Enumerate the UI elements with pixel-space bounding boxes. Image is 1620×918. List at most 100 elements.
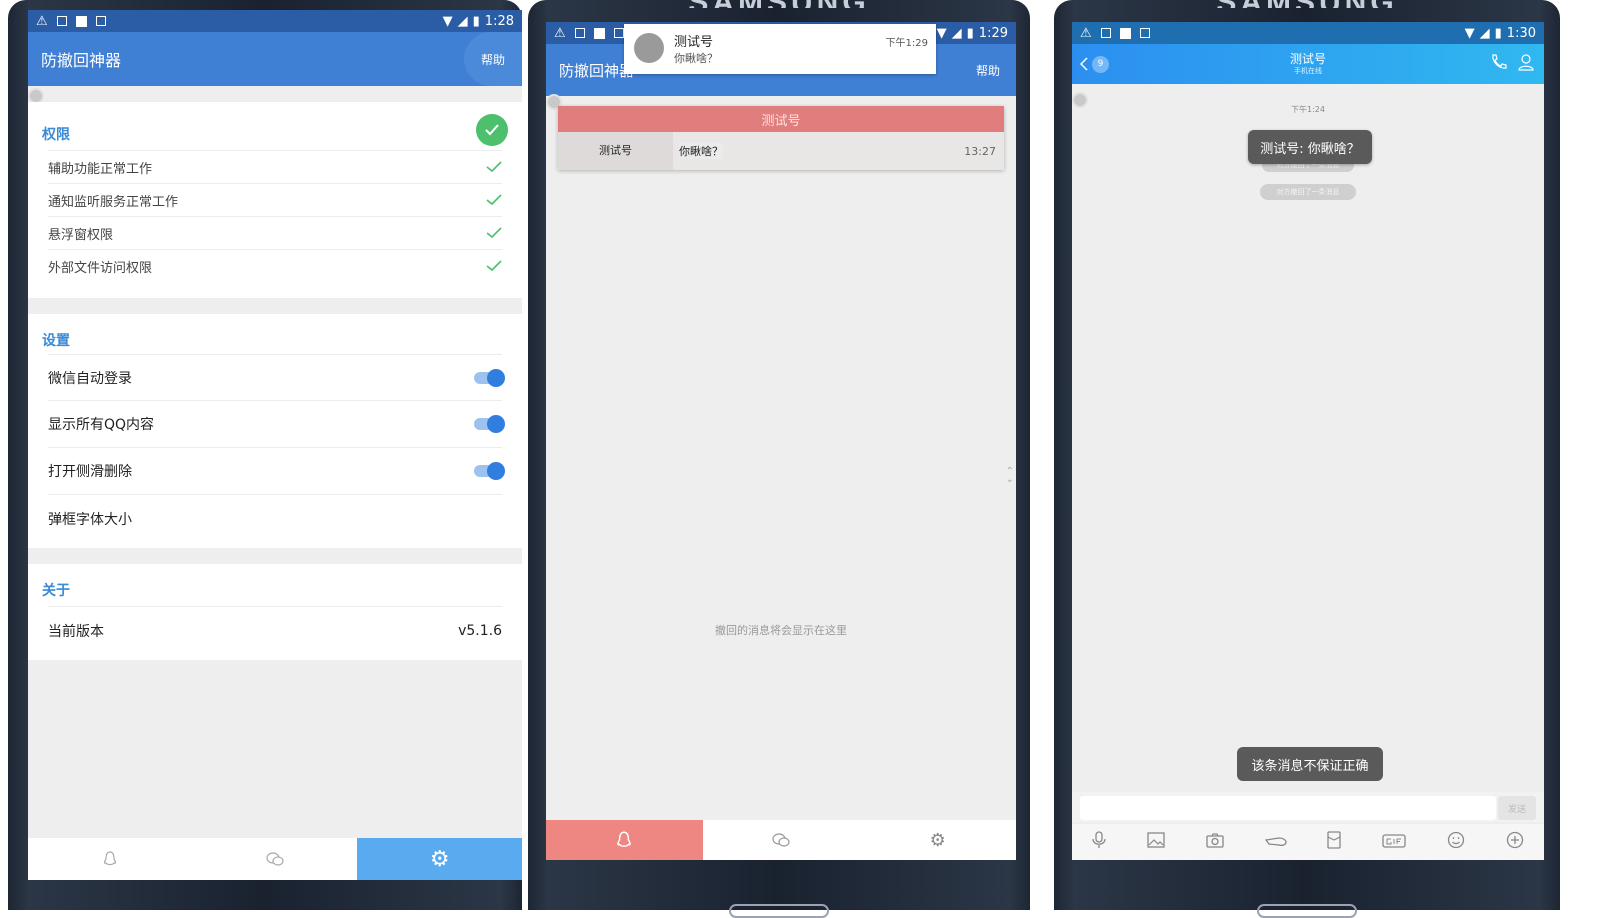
plus-icon[interactable]	[1506, 831, 1524, 853]
nav-tab-wechat[interactable]	[193, 838, 358, 880]
warning-icon: ⚠	[36, 13, 48, 29]
send-button[interactable]: 发送	[1498, 796, 1536, 820]
help-button[interactable]: 帮助	[464, 32, 522, 86]
setting-row-font-size[interactable]: 弹框字体大小	[48, 494, 502, 542]
brand-text: SAMSUNG	[1054, 0, 1560, 8]
chat-toolbar	[1072, 824, 1544, 860]
permission-row-storage[interactable]: 外部文件访问权限	[48, 249, 502, 282]
bottom-nav: ⚙	[28, 838, 522, 880]
record-message: 你瞅啥？	[679, 143, 723, 159]
message-input[interactable]	[1080, 796, 1496, 820]
app-notification-icon	[95, 16, 106, 26]
empty-hint: 撤回的消息将会显示在这里	[715, 624, 847, 637]
profile-icon[interactable]	[1518, 53, 1534, 75]
image-icon[interactable]	[1147, 832, 1165, 852]
permission-label: 悬浮窗权限	[48, 227, 114, 243]
battery-icon: ▮	[1494, 25, 1502, 41]
unread-count-badge: 9	[1092, 55, 1109, 73]
notification-time: 下午1:29	[885, 38, 928, 49]
settings-card: 设置 微信自动登录 显示所有QQ内容 打开侧滑删除 弹框字体大小	[28, 314, 522, 548]
setting-row-wechat-autologin[interactable]: 微信自动登录	[48, 354, 505, 400]
gear-icon: ⚙	[929, 829, 946, 851]
permission-row-overlay[interactable]: 悬浮窗权限	[48, 216, 502, 249]
input-bar: 发送	[1072, 792, 1544, 822]
status-bar: ⚠ ▼ ◢ ▮ 1:30	[1072, 22, 1544, 44]
permission-label: 辅助功能正常工作	[48, 161, 153, 177]
help-button[interactable]: 帮助	[976, 62, 1000, 79]
chevron-left-icon	[1080, 57, 1088, 71]
wechat-icon	[266, 852, 284, 866]
status-time: 1:28	[484, 13, 514, 29]
chat-time: 下午1:24	[1291, 105, 1325, 114]
home-button[interactable]	[1257, 904, 1357, 918]
toast-message: 该条消息不保证正确	[1237, 747, 1383, 781]
wifi-icon: ▼	[1464, 25, 1475, 41]
phone-frame-1: ⚠ ▼ ◢ ▮ 1:28 防撤回神器 帮助 权限 辅助功能正常工作 通知监听服务…	[8, 0, 522, 910]
phone-call-icon[interactable]	[1490, 53, 1508, 75]
qq-penguin-icon	[104, 851, 117, 866]
setting-row-show-qq[interactable]: 显示所有QQ内容	[48, 400, 505, 447]
app-notification-icon	[1139, 28, 1150, 38]
recall-record-card[interactable]: 测试号 测试号 你瞅啥？ 13:27	[558, 106, 1004, 170]
image-notification-icon	[56, 16, 67, 26]
nav-tab-qq[interactable]	[28, 838, 193, 880]
signal-icon: ◢	[951, 25, 962, 41]
setting-label: 打开侧滑删除	[48, 464, 132, 480]
permission-row-accessibility[interactable]: 辅助功能正常工作	[48, 150, 502, 183]
battery-icon: ▮	[472, 13, 480, 29]
version-value: v5.1.6	[458, 622, 502, 639]
phone-frame-2: SAMSUNG ⚠ ▼ ◢ ▮ 1:29 防撤回神器 帮助 测试号 你瞅啥？	[528, 0, 1030, 918]
permissions-title: 权限	[42, 127, 70, 143]
nav-tab-wechat[interactable]	[703, 820, 860, 860]
about-card: 关于 当前版本 v5.1.6	[28, 564, 522, 660]
camera-icon[interactable]	[1206, 832, 1224, 852]
emoji-icon[interactable]	[1447, 831, 1465, 853]
scroll-handle[interactable]: ⌃ ⌄	[1006, 467, 1014, 485]
notification-title: 测试号	[674, 35, 714, 50]
permission-row-notification[interactable]: 通知监听服务正常工作	[48, 183, 502, 216]
nav-tab-qq[interactable]	[546, 820, 703, 860]
warning-icon: ⚠	[1080, 25, 1092, 41]
contact-name: 测试号	[1289, 52, 1326, 66]
square-notification-icon	[75, 15, 87, 27]
permissions-card: 权限 辅助功能正常工作 通知监听服务正常工作 悬浮窗权限 外部文件访问权限	[28, 102, 522, 298]
setting-label: 微信自动登录	[48, 370, 132, 387]
screen-2: ⚠ ▼ ◢ ▮ 1:29 防撤回神器 帮助 测试号 你瞅啥？ 下午1:29 测试…	[546, 22, 1016, 860]
mic-icon[interactable]	[1092, 831, 1107, 853]
setting-row-swipe-delete[interactable]: 打开侧滑删除	[48, 447, 505, 494]
setting-label: 显示所有QQ内容	[48, 417, 155, 433]
recall-popup[interactable]: 测试号: 你瞅啥？	[1248, 130, 1372, 164]
toggle-switch[interactable]	[474, 415, 505, 433]
heads-up-notification[interactable]: 测试号 你瞅啥？ 下午1:29	[624, 24, 936, 74]
check-icon	[486, 227, 502, 239]
nav-tab-settings[interactable]: ⚙	[859, 820, 1016, 860]
redpacket-icon[interactable]	[1327, 831, 1342, 853]
app-title: 防撤回神器	[559, 61, 635, 80]
brand-text: SAMSUNG	[528, 0, 1030, 8]
image-notification-icon	[574, 28, 585, 38]
permission-label: 外部文件访问权限	[48, 260, 153, 276]
toggle-switch[interactable]	[474, 368, 505, 387]
version-row: 当前版本 v5.1.6	[48, 606, 502, 654]
image-notification-icon	[1100, 28, 1111, 38]
record-time: 13:27	[964, 144, 996, 158]
back-button[interactable]: 9	[1080, 55, 1109, 73]
hongbao-icon[interactable]	[1264, 833, 1287, 852]
settings-title: 设置	[42, 333, 70, 349]
home-button[interactable]	[729, 904, 829, 918]
phone-frame-3: SAMSUNG ⚠ ▼ ◢ ▮ 1:30 9 测试号 手机在线	[1054, 0, 1560, 918]
gif-icon[interactable]	[1382, 833, 1406, 852]
chat-header: 9 测试号 手机在线	[1072, 44, 1544, 84]
toggle-switch[interactable]	[474, 462, 505, 480]
about-title: 关于	[42, 583, 70, 599]
system-notice: 对方撤回了一条消息	[1260, 184, 1356, 200]
contact-title-block[interactable]: 测试号 手机在线	[1072, 52, 1544, 76]
status-time: 1:30	[1506, 25, 1536, 41]
contact-status: 手机在线	[1294, 67, 1322, 75]
wechat-icon	[772, 833, 790, 847]
signal-icon: ◢	[1479, 25, 1490, 41]
nav-tab-settings[interactable]: ⚙	[357, 838, 522, 880]
gear-icon: ⚙	[429, 846, 450, 872]
status-time: 1:29	[978, 25, 1008, 41]
status-bar: ⚠ ▼ ◢ ▮ 1:28	[28, 10, 522, 32]
